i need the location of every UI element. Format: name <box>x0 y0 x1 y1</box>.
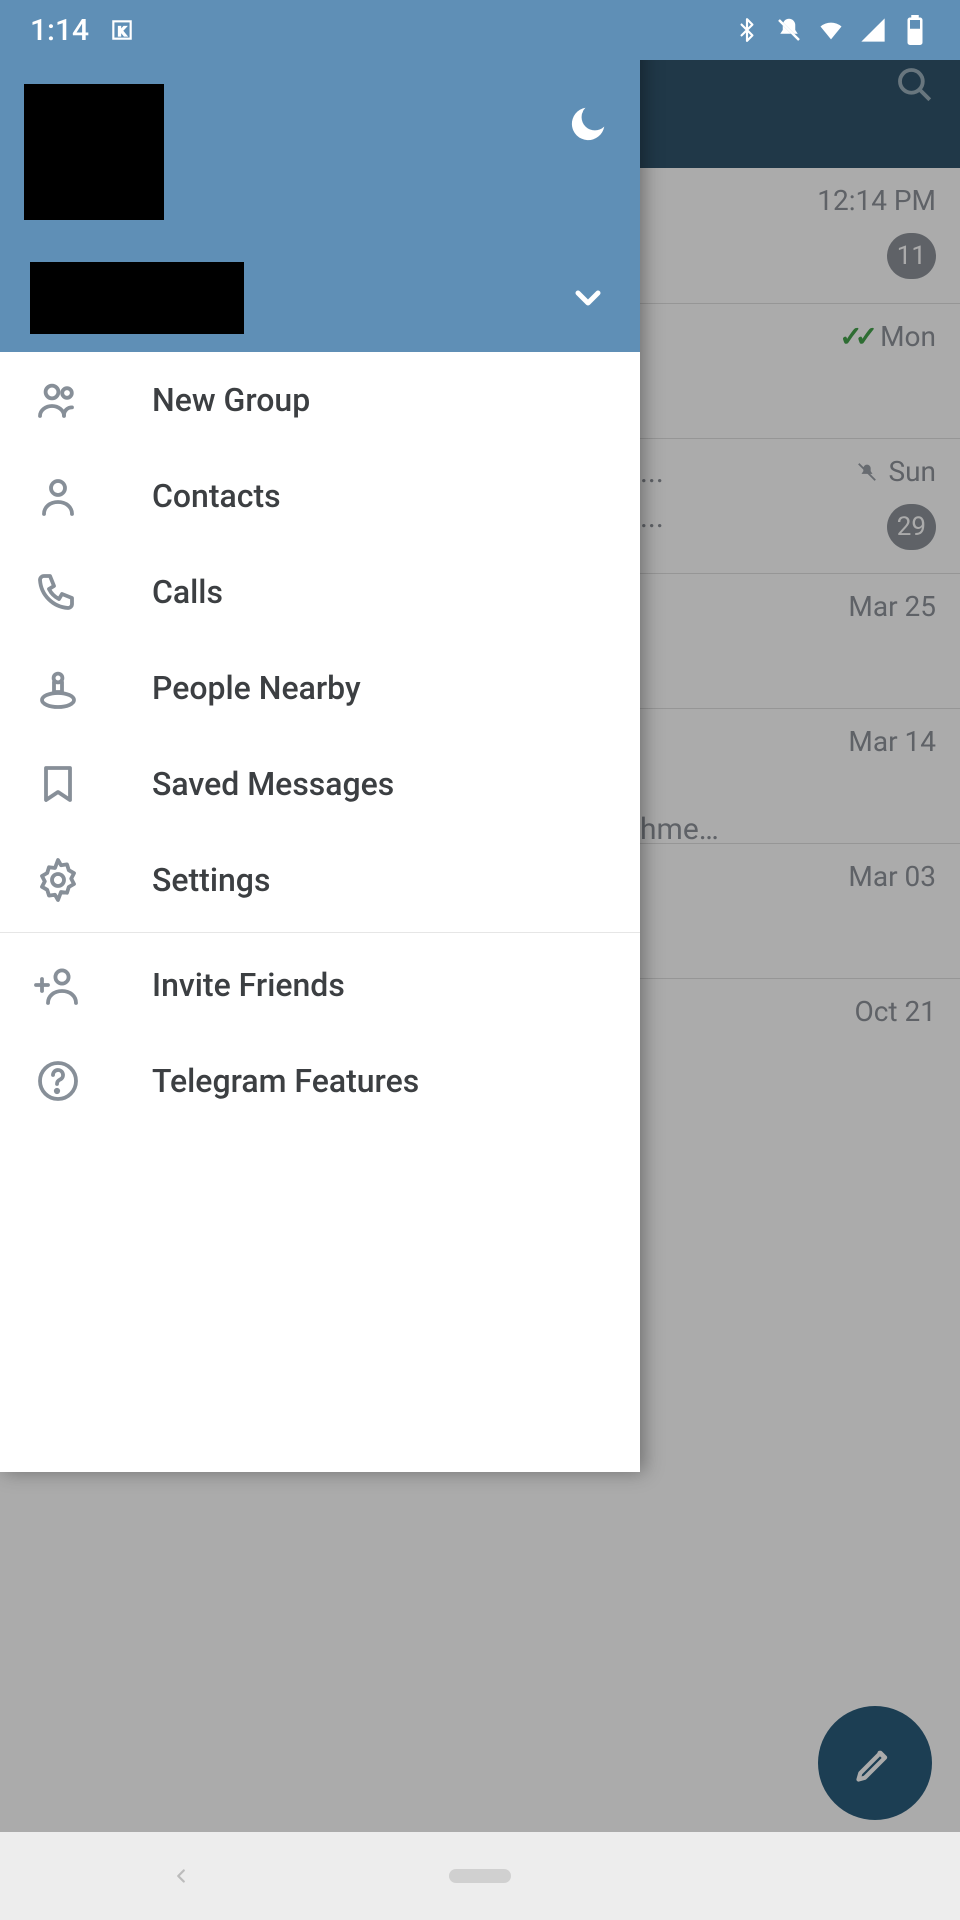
dnd-bell-off-icon <box>774 15 804 45</box>
status-app-icon: K <box>107 15 137 45</box>
user-name-redacted[interactable] <box>30 262 244 334</box>
nearby-icon <box>34 664 82 712</box>
group-icon <box>34 376 82 424</box>
signal-icon <box>858 15 888 45</box>
nav-back-icon[interactable] <box>170 1865 192 1887</box>
phone-icon <box>34 568 82 616</box>
moon-icon <box>564 102 610 148</box>
menu-new-group[interactable]: New Group <box>0 352 640 448</box>
menu-label: Calls <box>152 573 223 611</box>
gear-icon <box>34 856 82 904</box>
battery-icon <box>900 15 930 45</box>
bookmark-icon <box>34 760 82 808</box>
menu-divider <box>0 932 640 933</box>
wifi-icon <box>816 15 846 45</box>
menu-label: People Nearby <box>152 669 361 707</box>
menu-saved-messages[interactable]: Saved Messages <box>0 736 640 832</box>
menu-label: Saved Messages <box>152 765 394 803</box>
invite-icon <box>34 961 82 1009</box>
menu-label: Contacts <box>152 477 281 515</box>
menu-contacts[interactable]: Contacts <box>0 448 640 544</box>
menu-label: Invite Friends <box>152 966 345 1004</box>
menu-calls[interactable]: Calls <box>0 544 640 640</box>
menu-label: Settings <box>152 861 270 899</box>
person-icon <box>34 472 82 520</box>
night-mode-toggle[interactable] <box>564 102 610 148</box>
nav-home-pill[interactable] <box>449 1869 511 1883</box>
menu-telegram-features[interactable]: Telegram Features <box>0 1033 640 1129</box>
account-expand-toggle[interactable] <box>568 278 608 318</box>
menu-label: New Group <box>152 381 310 419</box>
chevron-down-icon <box>568 278 608 318</box>
svg-text:K: K <box>118 24 126 38</box>
drawer-menu: New Group Contacts Calls <box>0 352 640 1472</box>
navigation-drawer: New Group Contacts Calls <box>0 0 640 1472</box>
menu-settings[interactable]: Settings <box>0 832 640 928</box>
system-nav-bar <box>0 1832 960 1920</box>
help-icon <box>34 1057 82 1105</box>
bluetooth-icon <box>732 15 762 45</box>
menu-label: Telegram Features <box>152 1062 419 1100</box>
menu-people-nearby[interactable]: People Nearby <box>0 640 640 736</box>
status-clock: 1:14 <box>30 13 89 48</box>
menu-invite-friends[interactable]: Invite Friends <box>0 937 640 1033</box>
status-bar: 1:14 K <box>0 0 960 60</box>
user-avatar[interactable] <box>24 84 164 220</box>
